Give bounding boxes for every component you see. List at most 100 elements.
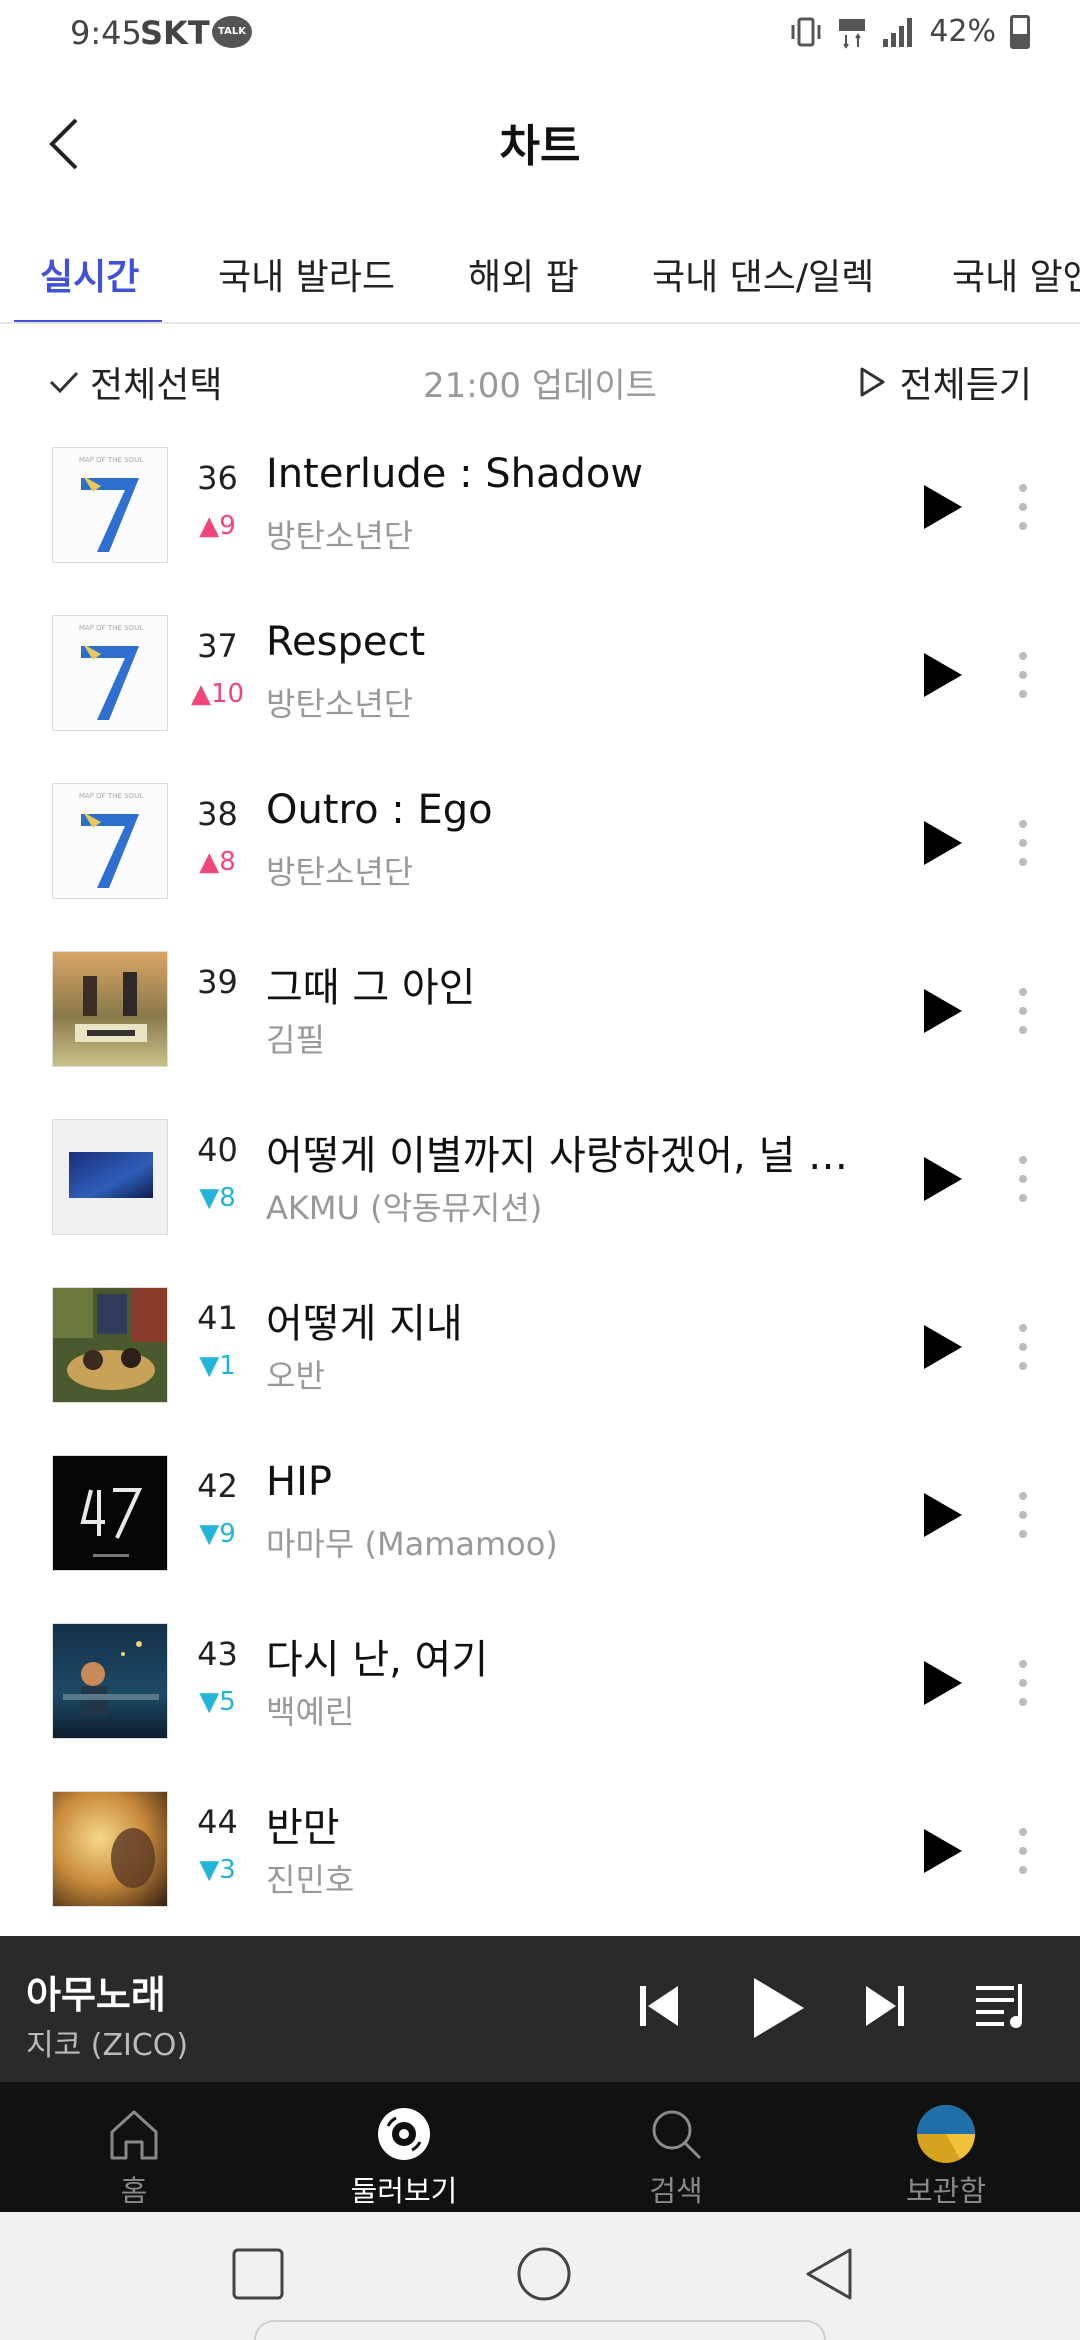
song-row[interactable]: 43 ▼5 다시 난, 여기 백예린: [0, 1617, 1080, 1785]
play-icon[interactable]: [918, 1153, 968, 1205]
gesture-handle: [254, 2320, 826, 2340]
song-title: 반만: [266, 1805, 340, 1851]
library-avatar-icon: [917, 2105, 975, 2163]
song-row[interactable]: 40 ▼8 어떻게 이별까지 사랑하겠어, 널 사랑하는 거지 AKMU (악동…: [0, 1113, 1080, 1281]
play-icon[interactable]: [918, 1825, 968, 1877]
next-track-icon[interactable]: [862, 1980, 908, 2032]
play-icon[interactable]: [918, 1657, 968, 1709]
nav-search[interactable]: 검색: [576, 2082, 776, 2212]
tab-foreign-pop[interactable]: 해외 팝: [468, 248, 579, 300]
more-options-icon[interactable]: [1010, 983, 1036, 1039]
album-cover[interactable]: MAP OF THE SOUL: [52, 783, 168, 899]
recent-apps-icon[interactable]: [228, 2244, 288, 2304]
album-cover[interactable]: MAP OF THE SOUL: [52, 447, 168, 563]
rank-change: ▼5: [199, 1687, 236, 1717]
artist-name[interactable]: 마마무 (Mamamoo): [266, 1519, 558, 1565]
rank-number: 40: [197, 1131, 238, 1169]
tab-korean-dance[interactable]: 국내 댄스/일렉: [652, 248, 874, 300]
song-title: Outro : Ego: [266, 787, 493, 833]
album-cover[interactable]: [52, 1623, 168, 1739]
status-time: 9:45: [70, 14, 142, 52]
tab-korean-ballad[interactable]: 국내 발라드: [218, 248, 395, 300]
song-title: 어떻게 이별까지 사랑하겠어, 널 사랑하는 거지: [266, 1133, 866, 1179]
vibrate-icon: [791, 17, 821, 46]
album-cover[interactable]: [52, 951, 168, 1067]
song-row[interactable]: 44 ▼3 반만 진민호: [0, 1785, 1080, 1953]
play-outline-icon: [860, 367, 885, 397]
nav-home[interactable]: 홈: [34, 2082, 234, 2212]
status-carrier: SKT: [140, 14, 210, 52]
play-all-button[interactable]: 전체듣기: [858, 356, 1032, 408]
nav-library[interactable]: 보관함: [846, 2082, 1046, 2212]
more-options-icon[interactable]: [1010, 1487, 1036, 1543]
artist-name[interactable]: 방탄소년단: [266, 511, 413, 557]
lte-icon: [839, 18, 866, 49]
song-title: 다시 난, 여기: [266, 1637, 489, 1683]
search-icon: [652, 2110, 702, 2160]
rank-change: ▲10: [190, 679, 245, 709]
song-row[interactable]: 41 ▼1 어떻게 지내 오반: [0, 1281, 1080, 1449]
album-cover[interactable]: [52, 1791, 168, 1907]
artist-name[interactable]: 김필: [266, 1015, 325, 1061]
play-icon[interactable]: [918, 985, 968, 1037]
playlist-icon[interactable]: [974, 1980, 1030, 2032]
page-title: 차트: [499, 121, 581, 172]
artist-name[interactable]: 진민호: [266, 1855, 354, 1901]
play-icon[interactable]: [918, 649, 968, 701]
system-navigation-bar: [0, 2212, 1080, 2340]
song-title: Interlude : Shadow: [266, 451, 644, 497]
nav-browse-label: 둘러보기: [350, 2174, 458, 2208]
home-circle-icon[interactable]: [514, 2244, 574, 2304]
song-title: HIP: [266, 1459, 332, 1505]
play-icon[interactable]: [918, 481, 968, 533]
song-title: 그때 그 아인: [266, 965, 476, 1011]
artist-name[interactable]: 방탄소년단: [266, 847, 413, 893]
battery-percent: 42%: [929, 14, 996, 49]
song-list: MAP OF THE SOUL 36 ▲9 Interlude : Shadow…: [0, 441, 1080, 1953]
artist-name[interactable]: AKMU (악동뮤지션): [266, 1183, 542, 1229]
song-title: Respect: [266, 619, 426, 665]
more-options-icon[interactable]: [1010, 1319, 1036, 1375]
artist-name[interactable]: 방탄소년단: [266, 679, 413, 725]
more-options-icon[interactable]: [1010, 1823, 1036, 1879]
album-cover[interactable]: [52, 1119, 168, 1235]
play-icon[interactable]: [918, 1489, 968, 1541]
disc-icon: [378, 2108, 430, 2160]
tab-korean-rnb[interactable]: 국내 알앤: [952, 248, 1080, 300]
more-options-icon[interactable]: [1010, 479, 1036, 535]
mini-player[interactable]: 아무노래 지코 (ZICO): [0, 1936, 1080, 2082]
play-button-icon[interactable]: [748, 1974, 808, 2042]
back-triangle-icon[interactable]: [800, 2244, 860, 2304]
artist-name[interactable]: 백예린: [266, 1687, 354, 1733]
song-row[interactable]: 42 ▼9 HIP 마마무 (Mamamoo): [0, 1449, 1080, 1617]
more-options-icon[interactable]: [1010, 647, 1036, 703]
play-icon[interactable]: [918, 1321, 968, 1373]
talk-notification-icon: TALK: [212, 16, 252, 48]
song-row[interactable]: MAP OF THE SOUL 38 ▲8 Outro : Ego 방탄소년단: [0, 777, 1080, 945]
rank-number: 43: [197, 1635, 238, 1673]
signal-icon: [883, 17, 913, 47]
rank-number: 41: [197, 1299, 238, 1337]
chart-toolbar: 전체선택 21:00 업데이트 전체듣기: [0, 350, 1080, 410]
previous-track-icon[interactable]: [636, 1980, 682, 2032]
tab-realtime[interactable]: 실시간: [40, 248, 139, 300]
active-tab-indicator: [14, 320, 162, 322]
more-options-icon[interactable]: [1010, 815, 1036, 871]
song-row[interactable]: 39 그때 그 아인 김필: [0, 945, 1080, 1113]
play-icon[interactable]: [918, 817, 968, 869]
more-options-icon[interactable]: [1010, 1151, 1036, 1207]
rank-change: ▼1: [199, 1351, 236, 1381]
chart-category-tabs: 실시간 국내 발라드 해외 팝 국내 댄스/일렉 국내 알앤: [0, 238, 1080, 324]
song-row[interactable]: MAP OF THE SOUL 36 ▲9 Interlude : Shadow…: [0, 441, 1080, 609]
song-row[interactable]: MAP OF THE SOUL 37 ▲10 Respect 방탄소년단: [0, 609, 1080, 777]
artist-name[interactable]: 오반: [266, 1351, 325, 1397]
rank-change: ▼3: [199, 1855, 236, 1885]
album-cover[interactable]: [52, 1287, 168, 1403]
album-cover[interactable]: [52, 1455, 168, 1571]
nav-browse[interactable]: 둘러보기: [304, 2082, 504, 2212]
bottom-navigation: 홈 둘러보기 검색 보관함: [0, 2082, 1080, 2212]
rank-number: 44: [197, 1803, 238, 1841]
more-options-icon[interactable]: [1010, 1655, 1036, 1711]
play-all-label: 전체듣기: [899, 365, 1032, 406]
album-cover[interactable]: MAP OF THE SOUL: [52, 615, 168, 731]
